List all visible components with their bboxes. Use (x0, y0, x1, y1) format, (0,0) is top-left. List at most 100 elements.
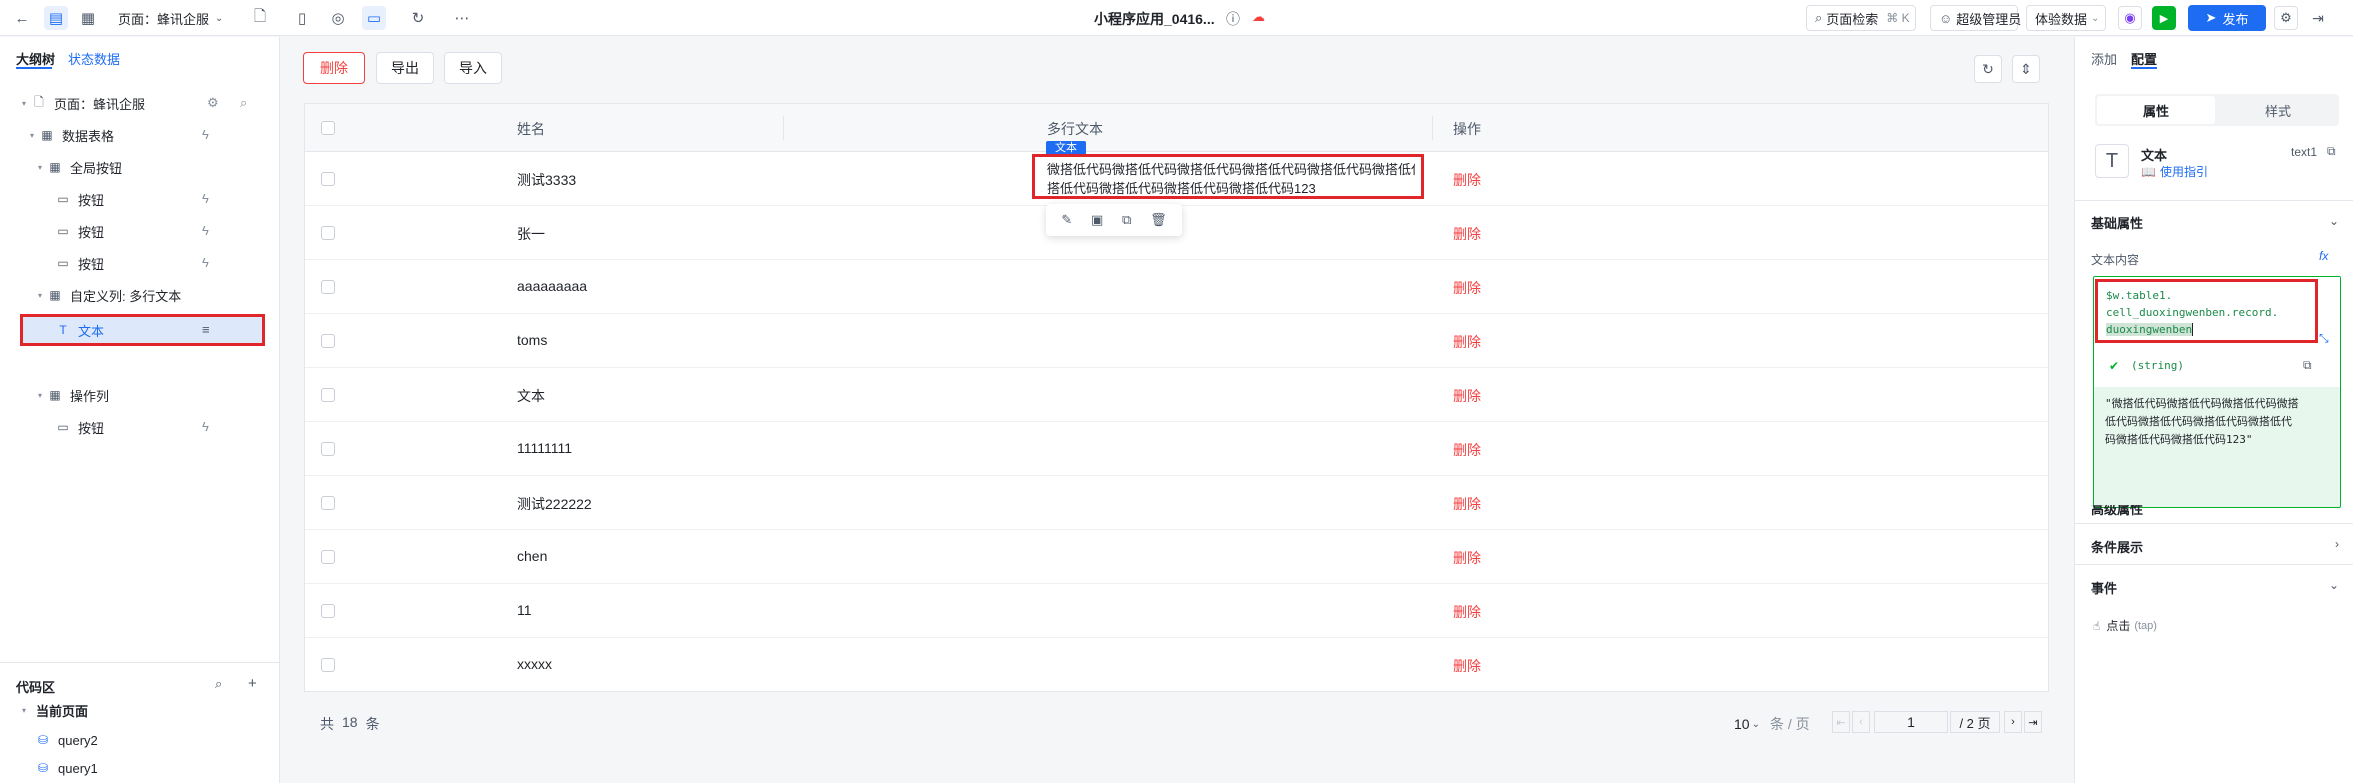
add-icon[interactable]: + (248, 675, 257, 692)
tab-state-data[interactable]: 状态数据 (68, 49, 120, 68)
row-checkbox[interactable] (321, 658, 335, 672)
refresh-icon[interactable]: ↻ (406, 6, 430, 30)
tree-node-custom-column[interactable]: ▾ ▦ 自定义列: 多行文本 (0, 280, 270, 310)
event-bolt-icon[interactable]: ϟ (202, 419, 209, 434)
cloud-sync-icon[interactable]: ☁ (1252, 9, 1265, 25)
tree-node-button[interactable]: ▭ 按钮 (0, 216, 270, 246)
expand-triangle-icon[interactable]: ▾ (18, 99, 30, 108)
tab-outline-tree[interactable]: 大纲树 (16, 49, 55, 68)
new-file-icon[interactable]: 🗋 (248, 6, 272, 30)
settings-gear-icon[interactable]: ⚙ (2274, 6, 2298, 30)
event-bolt-icon[interactable]: ϟ (202, 127, 209, 142)
segment-style[interactable]: 样式 (2219, 96, 2337, 124)
tree-node-global-buttons[interactable]: ▾ ▦ 全局按钮 (0, 152, 270, 182)
expand-triangle-icon[interactable]: ▾ (34, 391, 46, 400)
row-delete-link[interactable]: 删除 (1453, 656, 1481, 676)
tree-node-data-table[interactable]: ▾ ▦ 数据表格 (0, 120, 270, 150)
current-page-input[interactable]: 1 (1874, 711, 1948, 733)
copy-icon[interactable]: ⧉ (2303, 358, 2312, 373)
column-height-icon[interactable]: ⇕ (2012, 55, 2040, 83)
refresh-icon[interactable]: ↻ (1974, 55, 2002, 83)
info-icon[interactable]: ⓘ (1226, 9, 1240, 29)
tree-node-button[interactable]: ▭ 按钮 (0, 412, 270, 442)
tree-node-button[interactable]: ▭ 按钮 (0, 248, 270, 278)
chevron-right-icon[interactable]: › (2335, 537, 2339, 551)
run-play-icon[interactable]: ▶ (2152, 6, 2176, 30)
admin-role-button[interactable]: ☺ 超级管理员 (1930, 5, 2021, 31)
row-delete-link[interactable]: 删除 (1453, 548, 1481, 568)
row-checkbox[interactable] (321, 172, 335, 186)
event-item-tap[interactable]: ☝ 点击 (tap) (2093, 617, 2157, 634)
tablet-preview-icon[interactable]: ◎ (326, 6, 350, 30)
tab-add[interactable]: 添加 (2091, 49, 2117, 68)
save-icon[interactable]: ▣ (1091, 212, 1103, 228)
delete-button[interactable]: 删除 (303, 52, 365, 84)
row-delete-link[interactable]: 删除 (1453, 278, 1481, 298)
usage-guide-link[interactable]: 📖 使用指引 (2141, 163, 2208, 180)
event-bolt-icon[interactable]: ϟ (202, 191, 209, 206)
copy-icon[interactable]: ⧉ (2327, 144, 2336, 159)
section-basic-props[interactable]: 基础属性 (2091, 213, 2143, 232)
row-checkbox[interactable] (321, 442, 335, 456)
tree-node-page[interactable]: ▾ 🗋 页面：蜂讯企服 (0, 88, 270, 118)
mobile-preview-icon[interactable]: ▯ (290, 6, 314, 30)
collapse-panel-icon[interactable]: ⇥ (2306, 6, 2330, 30)
query-item[interactable]: ⛁ query1 (0, 753, 270, 783)
event-bolt-icon[interactable]: ϟ (202, 255, 209, 270)
row-delete-link[interactable]: 删除 (1453, 170, 1481, 190)
code-current-page[interactable]: ▾ 当前页面 (0, 695, 270, 725)
row-checkbox[interactable] (321, 226, 335, 240)
ai-assistant-icon[interactable]: ◉ (2118, 6, 2142, 30)
section-conditional[interactable]: 条件展示 (2091, 537, 2143, 556)
expression-input[interactable]: $w.table1. cell_duoxingwenben.record. du… (2095, 279, 2318, 343)
search-icon[interactable]: ⌕ (215, 676, 222, 692)
row-checkbox[interactable] (321, 334, 335, 348)
expand-editor-icon[interactable]: ⤡ (2319, 331, 2329, 346)
expand-triangle-icon[interactable]: ▾ (34, 291, 46, 300)
row-delete-link[interactable]: 删除 (1453, 602, 1481, 622)
outline-view-icon[interactable]: ▤ (44, 6, 68, 30)
row-checkbox[interactable] (321, 280, 335, 294)
selected-text-cell[interactable]: 微搭低代码微搭低代码微搭低代码微搭低代码微搭低代码微搭低代码微搭 搭低代码微搭低… (1032, 154, 1424, 199)
row-delete-link[interactable]: 删除 (1453, 440, 1481, 460)
layout-view-icon[interactable]: ▦ (76, 6, 100, 30)
row-checkbox[interactable] (321, 388, 335, 402)
more-icon[interactable]: ⋯ (450, 6, 474, 30)
export-button[interactable]: 导出 (376, 52, 434, 84)
row-delete-link[interactable]: 删除 (1453, 332, 1481, 352)
tree-node-text[interactable]: T 文本 (0, 315, 270, 345)
desktop-preview-icon[interactable]: ▭ (362, 6, 386, 30)
back-arrow-icon[interactable]: ← (10, 6, 34, 30)
drag-handle-icon[interactable]: ≡ (202, 322, 210, 337)
trash-icon[interactable]: 🗑 (1150, 212, 1167, 228)
section-events[interactable]: 事件 (2091, 578, 2117, 597)
query-item[interactable]: ⛁ query2 (0, 725, 270, 755)
first-page-icon[interactable]: ⇤ (1832, 711, 1850, 733)
next-page-icon[interactable]: › (2004, 711, 2022, 733)
exp-data-select[interactable]: 体验数据 ⌄ (2026, 5, 2106, 31)
row-checkbox[interactable] (321, 496, 335, 510)
expand-triangle-icon[interactable]: ▾ (34, 163, 46, 172)
page-selector[interactable]: 页面：蜂讯企服 ⌄ (118, 9, 223, 28)
chevron-down-icon[interactable]: ⌄ (2329, 214, 2339, 228)
prev-page-icon[interactable]: ‹ (1852, 711, 1870, 733)
row-checkbox[interactable] (321, 550, 335, 564)
row-delete-link[interactable]: 删除 (1453, 386, 1481, 406)
expand-triangle-icon[interactable]: ▾ (26, 131, 38, 140)
tab-config[interactable]: 配置 (2131, 49, 2157, 68)
expand-triangle-icon[interactable]: ▾ (18, 706, 30, 715)
tree-node-button[interactable]: ▭ 按钮 (0, 184, 270, 214)
copy-icon[interactable]: ⧉ (1122, 212, 1131, 228)
chevron-down-icon[interactable]: ⌄ (2329, 578, 2339, 592)
search-icon[interactable]: ⌕ (240, 95, 247, 111)
event-bolt-icon[interactable]: ϟ (202, 223, 209, 238)
segment-props[interactable]: 属性 (2097, 96, 2215, 124)
page-size-select[interactable]: 10 ⌄ 条 / 页 (1734, 714, 1810, 734)
row-delete-link[interactable]: 删除 (1453, 224, 1481, 244)
edit-pencil-icon[interactable]: ✎ (1061, 212, 1072, 228)
row-delete-link[interactable]: 删除 (1453, 494, 1481, 514)
last-page-icon[interactable]: ⇥ (2024, 711, 2042, 733)
select-all-checkbox[interactable] (321, 121, 335, 135)
publish-button[interactable]: ➤ 发布 (2188, 5, 2266, 31)
page-search-button[interactable]: ⌕ 页面检索 ⌘ K (1806, 5, 1916, 31)
